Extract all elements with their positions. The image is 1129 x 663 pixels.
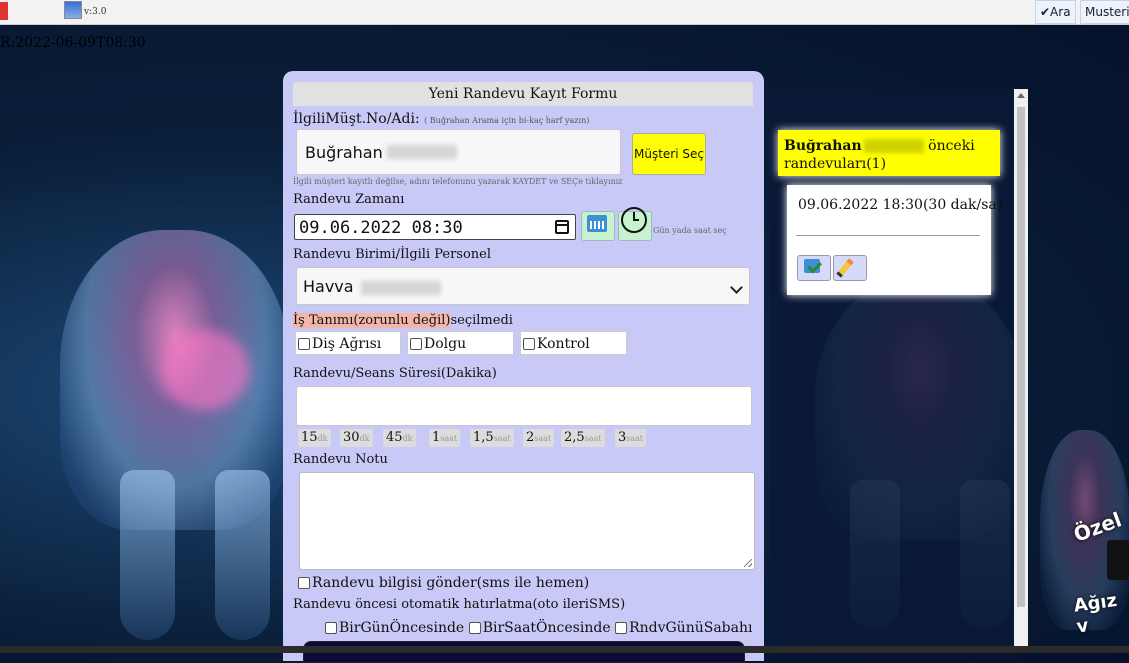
logo-icon xyxy=(64,1,82,19)
task-status: seçilmedi xyxy=(450,313,513,328)
edit-appointment-button[interactable] xyxy=(833,255,867,281)
appointment-morning-label: RndvGünüSabahı xyxy=(629,620,753,636)
customers-button[interactable]: Musteri xyxy=(1080,0,1129,24)
form-title: Yeni Randevu Kayıt Formu xyxy=(293,82,753,106)
select-customer-button[interactable]: Müşteri Seç xyxy=(632,133,706,175)
task-label: İş Tanımı(zorunlu değil) xyxy=(293,313,451,328)
selected-datetime: R:2022-06-09T08:30 xyxy=(0,35,146,51)
task-label-item: Kontrol xyxy=(537,336,590,352)
appointment-morning-checkbox[interactable] xyxy=(615,622,628,634)
calendar-icon xyxy=(587,215,607,232)
duration-45-button[interactable]: 45dk xyxy=(383,429,416,447)
brand-text-2: Ağız v xyxy=(1072,589,1119,638)
checkbox-icon[interactable] xyxy=(410,338,422,350)
brand-logo xyxy=(1107,540,1129,580)
task-label-item: Diş Ağrısı xyxy=(312,336,382,352)
task-label-item: Dolgu xyxy=(424,336,467,352)
redacted-surname xyxy=(387,145,457,159)
checkbox-icon[interactable] xyxy=(298,338,310,350)
pencil-icon xyxy=(836,258,854,278)
note-label: Randevu Notu xyxy=(293,452,388,467)
previous-customer-name: Buğrahan xyxy=(784,138,862,154)
duration-label: Randevu/Seans Süresi(Dakika) xyxy=(293,366,497,381)
bottom-strip xyxy=(0,646,1129,653)
previous-appointment-entry: 09.06.2022 18:30(30 dak/sa) xyxy=(798,197,1003,213)
datetime-input[interactable]: 09.06.2022 08:30 xyxy=(294,214,576,240)
time-hint: Gün yada saat seç xyxy=(653,226,727,235)
duration-1h-button[interactable]: 1saat xyxy=(429,429,461,447)
previous-appointments-panel: Buğrahan önceki randevuları(1) 09.06.202… xyxy=(770,89,1028,653)
task-checkbox-dolgu[interactable]: Dolgu xyxy=(407,331,514,355)
previous-appointments-title: Buğrahan önceki randevuları(1) xyxy=(778,130,1000,176)
staff-value: Havva xyxy=(303,277,354,296)
staff-select[interactable]: Havva xyxy=(296,267,750,305)
customer-value: Buğrahan xyxy=(305,143,383,162)
clock-icon xyxy=(621,207,647,233)
duration-input[interactable] xyxy=(296,386,752,426)
one-hour-before-checkbox[interactable] xyxy=(468,622,481,634)
one-hour-before-label: BirSaatÖncesinde xyxy=(482,620,611,636)
search-button[interactable]: ✔Ara xyxy=(1035,0,1076,24)
resize-handle-icon[interactable] xyxy=(744,559,752,567)
version-label: v:3.0 xyxy=(84,7,107,17)
previous-appointment-card: 09.06.2022 18:30(30 dak/sa) xyxy=(787,185,1002,295)
customer-label: İlgiliMüşt.No/Adi: xyxy=(293,111,420,127)
task-checkbox-dis-agrisi[interactable]: Diş Ağrısı xyxy=(295,331,401,355)
auto-sms-label: Randevu öncesi otomatik hatırlatma(oto i… xyxy=(293,597,626,612)
calendar-picker-icon[interactable] xyxy=(555,220,569,234)
time-picker-button[interactable] xyxy=(618,207,652,241)
duration-2-5h-button[interactable]: 2,5saat xyxy=(561,429,605,447)
customer-hint: ( Buğrahan Arama için bi-kaç harf yazın) xyxy=(424,116,590,125)
scroll-up-icon[interactable] xyxy=(1017,93,1025,98)
one-day-before-checkbox[interactable] xyxy=(325,622,337,634)
scrollbar[interactable] xyxy=(1014,89,1028,653)
sms-now-label: Randevu bilgisi gönder(sms ile hemen) xyxy=(312,575,590,591)
day-picker-button[interactable] xyxy=(581,211,615,241)
calendar-check-icon xyxy=(804,259,820,273)
scrollbar-thumb[interactable] xyxy=(1017,107,1025,607)
app-icon[interactable] xyxy=(0,2,8,20)
chevron-down-icon xyxy=(730,281,743,294)
task-checkbox-kontrol[interactable]: Kontrol xyxy=(520,331,627,355)
customer-input[interactable]: Buğrahan xyxy=(296,129,621,175)
customer-note: İlgili müşteri kayıtlı değilse, adını te… xyxy=(293,177,623,186)
note-textarea[interactable] xyxy=(299,472,755,570)
duration-30-button[interactable]: 30dk xyxy=(340,429,373,447)
time-label: Randevu Zamanı xyxy=(293,192,405,207)
redacted-staff-surname xyxy=(360,280,441,295)
confirm-appointment-button[interactable] xyxy=(797,255,831,281)
one-day-before-label: BirGünÖncesinde xyxy=(339,620,465,636)
checkbox-icon[interactable] xyxy=(523,338,535,350)
duration-2h-button[interactable]: 2saat xyxy=(523,429,555,447)
datetime-value: 09.06.2022 08:30 xyxy=(299,218,463,238)
appointment-form: Yeni Randevu Kayıt Formu İlgiliMüşt.No/A… xyxy=(283,71,764,663)
duration-1-5h-button[interactable]: 1,5saat xyxy=(470,429,514,447)
sms-now-checkbox[interactable] xyxy=(298,577,310,589)
redacted-surname xyxy=(863,139,924,153)
duration-15-button[interactable]: 15dk xyxy=(298,429,331,447)
duration-3h-button[interactable]: 3saat xyxy=(615,429,647,447)
top-bar: v:3.0 ✔Ara Musteri xyxy=(0,0,1129,25)
unit-label: Randevu Birimi/İlgili Personel xyxy=(293,247,492,262)
divider xyxy=(796,235,980,236)
